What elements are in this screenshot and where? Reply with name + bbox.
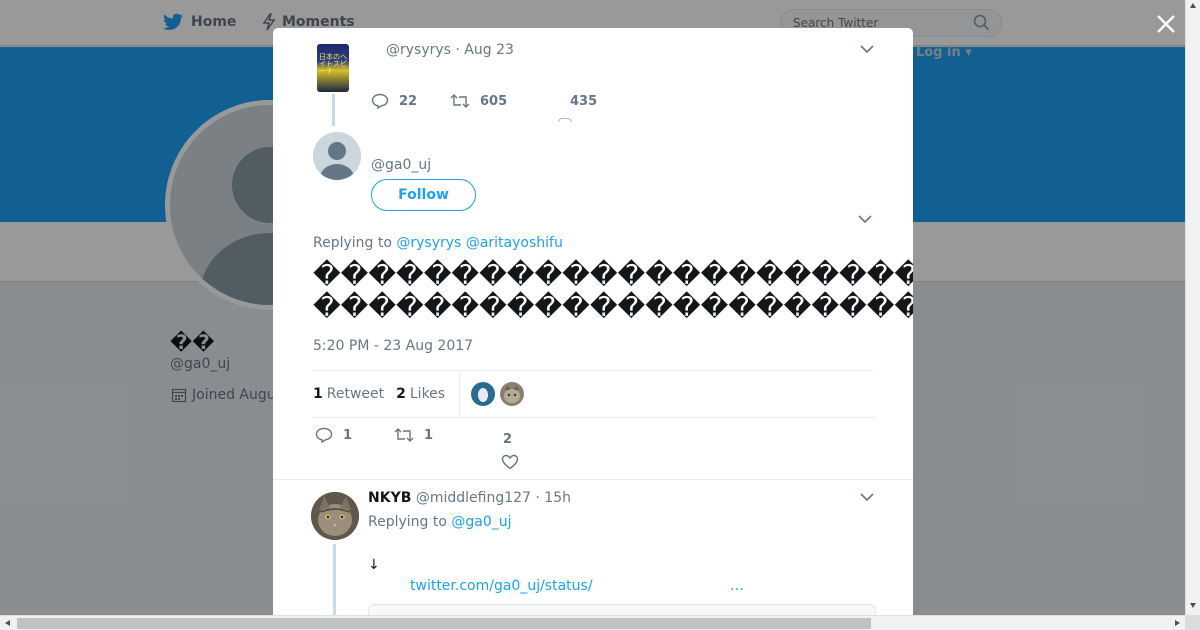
retweet-stat-label: Retweet <box>326 386 385 402</box>
thread-line <box>332 94 335 126</box>
reply-author-handle-time: @middlefing127 · 15h <box>415 490 571 506</box>
tweet-text: ���������������������� ������ �����������… <box>313 260 913 324</box>
scroll-down-arrow-icon[interactable] <box>1189 601 1197 609</box>
egg-avatar-icon <box>471 382 496 406</box>
parent-tweet[interactable]: 日本のヘイトスピーチ @rysyrys · Aug 23 22 605 435 <box>273 28 913 126</box>
liker-avatar[interactable] <box>471 382 496 406</box>
reply-button[interactable]: 22 <box>371 93 450 109</box>
tweet-text-line: ����������������������������������������… <box>313 292 913 323</box>
retweet-stat-count: 1 <box>313 386 323 402</box>
quoted-tweet-card[interactable] <box>368 604 876 615</box>
liker-avatar[interactable] <box>500 382 525 406</box>
main-tweet: @ga0_uj Follow Replying to @rysyrys @ari… <box>273 124 913 479</box>
like-count: 2 <box>503 432 513 447</box>
reply-icon <box>315 427 333 443</box>
default-avatar-icon <box>313 132 361 180</box>
parent-tweet-handle-date[interactable]: @rysyrys · Aug 23 <box>386 42 514 58</box>
follow-button[interactable]: Follow <box>371 179 476 211</box>
cat-avatar-icon <box>311 492 359 540</box>
chevron-down-icon[interactable] <box>858 214 872 224</box>
retweet-button[interactable]: 605 <box>450 93 560 109</box>
horizontal-scrollbar[interactable] <box>0 615 1200 630</box>
main-tweet-actions: 1 1 <box>315 427 494 443</box>
status-link[interactable]: twitter.com/ga0_uj/status/ <box>410 578 593 594</box>
reply-body-arrow: ↓ <box>368 557 380 573</box>
parent-tweet-avatar[interactable]: 日本のヘイトスピーチ <box>317 44 349 92</box>
replying-to: Replying to @ga0_uj <box>368 514 512 530</box>
reply-tweet-header[interactable]: NKYB @middlefing127 · 15h <box>368 490 571 506</box>
close-icon[interactable] <box>1154 12 1178 36</box>
chevron-down-icon[interactable] <box>860 492 874 502</box>
heart-icon[interactable] <box>558 118 572 122</box>
scroll-up-arrow-icon[interactable] <box>1189 2 1197 10</box>
likes-stat-count: 2 <box>396 386 406 402</box>
retweet-icon <box>394 428 414 442</box>
tweet-stats: 1 Retweet 2 Likes <box>313 370 874 418</box>
retweet-count: 605 <box>480 93 508 109</box>
scroll-left-arrow-icon[interactable] <box>4 619 12 627</box>
main-tweet-avatar[interactable] <box>313 132 361 180</box>
retweet-icon <box>450 94 470 108</box>
reply-icon <box>371 93 389 109</box>
retweet-count: 1 <box>424 427 434 443</box>
like-count: 435 <box>570 93 598 109</box>
stats-divider <box>459 370 461 418</box>
cat-avatar-icon <box>500 382 525 406</box>
status-link-ellipsis[interactable]: … <box>730 578 744 594</box>
vertical-scrollbar[interactable] <box>1185 0 1200 615</box>
horizontal-scrollbar-thumb[interactable] <box>17 618 871 629</box>
reply-tweet-avatar[interactable] <box>311 492 359 540</box>
heart-icon[interactable] <box>501 454 519 470</box>
reply-to-link-2[interactable]: @aritayoshifu <box>466 235 563 251</box>
avatar-book-title: 日本のヘイトスピーチ <box>319 53 347 75</box>
like-button[interactable]: 435 <box>560 94 597 109</box>
retweet-button[interactable]: 1 <box>394 427 494 443</box>
retweet-stat[interactable]: 1 Retweet <box>313 386 384 402</box>
scrollbar-corner <box>1185 615 1200 630</box>
replying-prefix: Replying to <box>313 235 392 251</box>
reply-count: 1 <box>343 427 353 443</box>
replying-to: Replying to @rysyrys @aritayoshifu <box>313 235 563 251</box>
tweet-timestamp[interactable]: 5:20 PM - 23 Aug 2017 <box>313 338 473 354</box>
reply-button[interactable]: 1 <box>315 427 394 443</box>
tweet-text-line: ���������������������������� <box>313 260 913 291</box>
thread-line <box>333 544 336 615</box>
modal-content: 日本のヘイトスピーチ @rysyrys · Aug 23 22 605 435 <box>273 28 913 615</box>
scroll-right-arrow-icon[interactable] <box>1173 619 1181 627</box>
chevron-down-icon[interactable] <box>860 44 874 54</box>
reply-to-link-1[interactable]: @rysyrys <box>396 235 461 251</box>
reply-to-link[interactable]: @ga0_uj <box>451 514 511 530</box>
likes-stat[interactable]: 2 Likes <box>396 386 445 402</box>
replying-prefix: Replying to <box>368 514 447 530</box>
tweet-permalink-modal: 日本のヘイトスピーチ @rysyrys · Aug 23 22 605 435 <box>273 28 913 615</box>
parent-tweet-actions: 22 605 435 <box>371 93 597 109</box>
likes-stat-label: Likes <box>409 386 446 402</box>
reply-count: 22 <box>399 93 418 109</box>
reply-tweet[interactable]: NKYB @middlefing127 · 15h Replying to @g… <box>273 480 913 615</box>
main-tweet-handle[interactable]: @ga0_uj <box>371 157 431 173</box>
reply-author-name: NKYB <box>368 490 412 506</box>
